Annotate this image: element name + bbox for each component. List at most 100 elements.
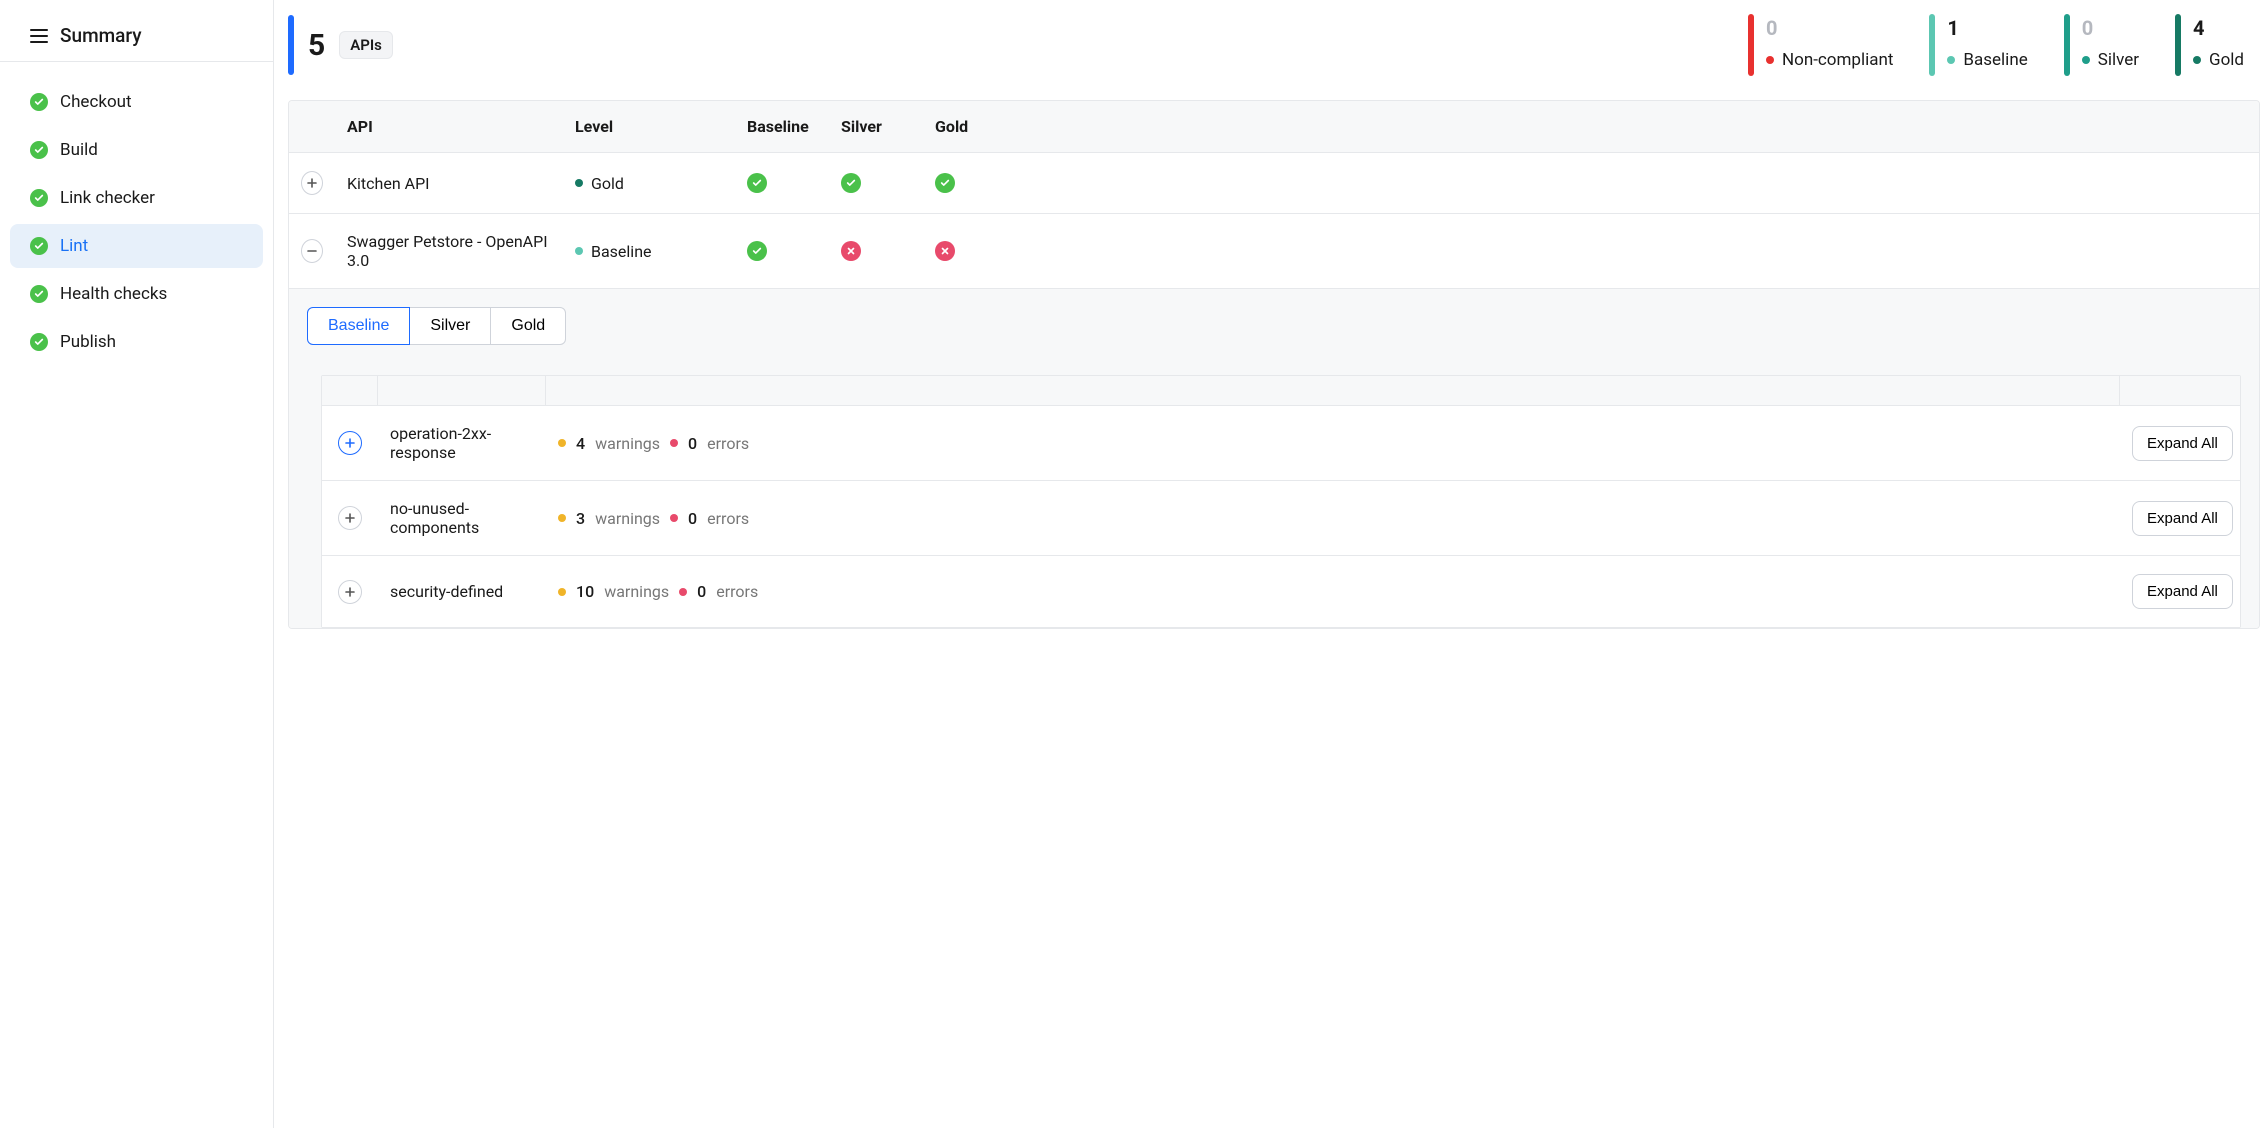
sidebar-title: Summary (60, 24, 142, 47)
cell-silver (829, 155, 923, 211)
tab-baseline[interactable]: Baseline (307, 307, 410, 345)
col-level: Level (563, 101, 735, 152)
col-api: API (335, 101, 563, 152)
cell-level: Baseline (563, 224, 735, 279)
expand-rule-button[interactable] (338, 580, 362, 604)
expand-rule-button[interactable] (338, 431, 362, 455)
cell-api: Swagger Petstore - OpenAPI 3.0 (335, 214, 563, 288)
detail-tabs: Baseline Silver Gold (307, 307, 2241, 345)
status-ok-icon (747, 241, 767, 261)
status-fail-icon (935, 241, 955, 261)
cell-gold (923, 155, 1005, 211)
tab-silver[interactable]: Silver (409, 307, 491, 345)
cell-baseline (735, 155, 829, 211)
dot-icon (1766, 56, 1774, 64)
stat-value: 0 (1766, 16, 1893, 40)
rules-table: operation-2xx-response 4 warnings 0 erro… (321, 375, 2241, 628)
dot-icon (2193, 56, 2201, 64)
table-header: API Level Baseline Silver Gold (289, 101, 2259, 153)
stat-total-value: 5 (308, 28, 325, 63)
plus-icon (344, 586, 356, 598)
error-dot-icon (679, 588, 687, 596)
tab-gold[interactable]: Gold (490, 307, 566, 345)
rule-row: security-defined 10 warnings 0 errors Ex… (322, 556, 2240, 628)
stat-label: Baseline (1963, 50, 2027, 70)
sidebar: Summary Checkout Build Link checker (0, 0, 274, 1128)
rules-header (322, 376, 2240, 406)
api-table: API Level Baseline Silver Gold Kitchen A… (288, 100, 2260, 629)
cell-level: Gold (563, 156, 735, 211)
stat-label: Non-compliant (1782, 50, 1893, 70)
cell-api: Kitchen API (335, 156, 563, 211)
stat-gold: 4 Gold (2157, 14, 2262, 76)
dot-icon (1947, 56, 1955, 64)
expand-all-button[interactable]: Expand All (2132, 426, 2233, 461)
main-content: 5 APIs 0 Non-compliant 1 (274, 0, 2262, 1128)
cell-baseline (735, 223, 829, 279)
error-dot-icon (670, 439, 678, 447)
rule-stats: 4 warnings 0 errors (546, 416, 2120, 471)
sidebar-item-label: Publish (60, 332, 116, 352)
sidebar-item-lint[interactable]: Lint (10, 224, 263, 268)
stat-silver: 0 Silver (2046, 14, 2157, 76)
rule-stats: 10 warnings 0 errors (546, 564, 2120, 619)
stat-bar (1929, 14, 1935, 76)
stat-value: 0 (2082, 16, 2139, 40)
expand-all-button[interactable]: Expand All (2132, 501, 2233, 536)
level-dot-icon (575, 247, 583, 255)
rule-stats: 3 warnings 0 errors (546, 491, 2120, 546)
status-ok-icon (841, 173, 861, 193)
plus-icon (344, 512, 356, 524)
expand-row-button[interactable] (301, 171, 323, 195)
status-fail-icon (841, 241, 861, 261)
level-dot-icon (575, 179, 583, 187)
col-gold: Gold (923, 101, 1005, 152)
dot-icon (2082, 56, 2090, 64)
cell-gold (923, 223, 1005, 279)
warning-dot-icon (558, 514, 566, 522)
row-detail: Baseline Silver Gold operatio (289, 289, 2259, 628)
stat-value: 1 (1947, 16, 2027, 40)
rule-row: no-unused-components 3 warnings 0 errors… (322, 481, 2240, 556)
collapse-row-button[interactable] (301, 239, 323, 263)
stat-bar (2064, 14, 2070, 76)
stat-total-chip: APIs (339, 31, 393, 59)
sidebar-item-health-checks[interactable]: Health checks (10, 272, 263, 316)
stat-label: Gold (2209, 50, 2244, 70)
sidebar-item-label: Build (60, 140, 98, 160)
stat-total: 5 APIs (288, 14, 413, 76)
sidebar-nav: Checkout Build Link checker Lint (0, 62, 273, 382)
plus-icon (306, 177, 318, 189)
sidebar-item-label: Lint (60, 236, 88, 256)
warning-dot-icon (558, 439, 566, 447)
table-row: Swagger Petstore - OpenAPI 3.0 Baseline (289, 214, 2259, 289)
minus-icon (306, 245, 318, 257)
table-row: Kitchen API Gold (289, 153, 2259, 214)
rule-name: security-defined (378, 564, 546, 619)
sidebar-header: Summary (0, 10, 273, 62)
cell-silver (829, 223, 923, 279)
check-icon (30, 93, 48, 111)
rule-name: no-unused-components (378, 481, 546, 555)
sidebar-item-link-checker[interactable]: Link checker (10, 176, 263, 220)
stats-bar: 5 APIs 0 Non-compliant 1 (288, 14, 2262, 76)
stat-total-bar (288, 15, 294, 75)
stat-bar (1748, 14, 1754, 76)
check-icon (30, 237, 48, 255)
status-ok-icon (935, 173, 955, 193)
plus-icon (344, 437, 356, 449)
status-ok-icon (747, 173, 767, 193)
sidebar-item-label: Link checker (60, 188, 155, 208)
stat-non-compliant: 0 Non-compliant (1730, 14, 1911, 76)
sidebar-item-label: Health checks (60, 284, 167, 304)
sidebar-item-checkout[interactable]: Checkout (10, 80, 263, 124)
rule-name: operation-2xx-response (378, 406, 546, 480)
menu-icon[interactable] (30, 29, 48, 43)
sidebar-item-build[interactable]: Build (10, 128, 263, 172)
stat-baseline: 1 Baseline (1911, 14, 2045, 76)
sidebar-item-publish[interactable]: Publish (10, 320, 263, 364)
expand-all-button[interactable]: Expand All (2132, 574, 2233, 609)
stat-bar (2175, 14, 2181, 76)
expand-rule-button[interactable] (338, 506, 362, 530)
warning-dot-icon (558, 588, 566, 596)
